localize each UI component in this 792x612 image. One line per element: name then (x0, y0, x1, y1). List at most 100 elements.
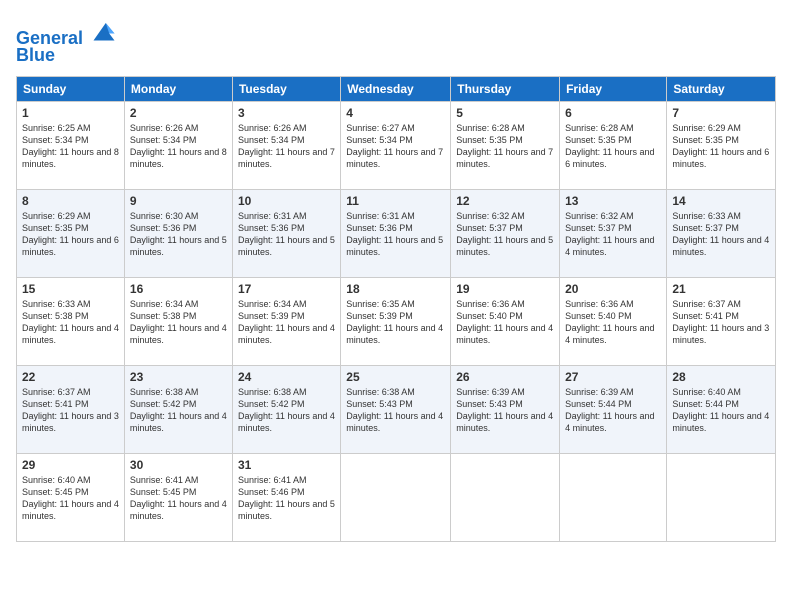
calendar-cell: 19 Sunrise: 6:36 AMSunset: 5:40 PMDaylig… (451, 277, 560, 365)
calendar-cell: 24 Sunrise: 6:38 AMSunset: 5:42 PMDaylig… (232, 365, 340, 453)
day-number: 21 (672, 282, 770, 296)
calendar-header-cell: Tuesday (232, 76, 340, 101)
calendar-cell: 23 Sunrise: 6:38 AMSunset: 5:42 PMDaylig… (124, 365, 232, 453)
cell-details: Sunrise: 6:30 AMSunset: 5:36 PMDaylight:… (130, 211, 227, 257)
cell-details: Sunrise: 6:35 AMSunset: 5:39 PMDaylight:… (346, 299, 443, 345)
day-number: 3 (238, 106, 335, 120)
day-number: 25 (346, 370, 445, 384)
day-number: 29 (22, 458, 119, 472)
cell-details: Sunrise: 6:28 AMSunset: 5:35 PMDaylight:… (456, 123, 553, 169)
cell-details: Sunrise: 6:40 AMSunset: 5:44 PMDaylight:… (672, 387, 769, 433)
calendar-cell (451, 453, 560, 541)
day-number: 31 (238, 458, 335, 472)
cell-details: Sunrise: 6:38 AMSunset: 5:42 PMDaylight:… (130, 387, 227, 433)
calendar-week-row: 1 Sunrise: 6:25 AMSunset: 5:34 PMDayligh… (17, 101, 776, 189)
logo: General Blue (16, 16, 118, 66)
cell-details: Sunrise: 6:39 AMSunset: 5:43 PMDaylight:… (456, 387, 553, 433)
calendar-cell: 31 Sunrise: 6:41 AMSunset: 5:46 PMDaylig… (232, 453, 340, 541)
logo-icon (90, 16, 118, 44)
calendar-cell: 12 Sunrise: 6:32 AMSunset: 5:37 PMDaylig… (451, 189, 560, 277)
day-number: 28 (672, 370, 770, 384)
cell-details: Sunrise: 6:40 AMSunset: 5:45 PMDaylight:… (22, 475, 119, 521)
cell-details: Sunrise: 6:25 AMSunset: 5:34 PMDaylight:… (22, 123, 119, 169)
day-number: 17 (238, 282, 335, 296)
day-number: 6 (565, 106, 661, 120)
calendar-week-row: 15 Sunrise: 6:33 AMSunset: 5:38 PMDaylig… (17, 277, 776, 365)
calendar-header-row: SundayMondayTuesdayWednesdayThursdayFrid… (17, 76, 776, 101)
calendar-header-cell: Wednesday (341, 76, 451, 101)
calendar-cell: 7 Sunrise: 6:29 AMSunset: 5:35 PMDayligh… (667, 101, 776, 189)
calendar-cell (560, 453, 667, 541)
calendar-cell: 3 Sunrise: 6:26 AMSunset: 5:34 PMDayligh… (232, 101, 340, 189)
cell-details: Sunrise: 6:33 AMSunset: 5:37 PMDaylight:… (672, 211, 769, 257)
day-number: 9 (130, 194, 227, 208)
cell-details: Sunrise: 6:36 AMSunset: 5:40 PMDaylight:… (456, 299, 553, 345)
calendar-cell: 26 Sunrise: 6:39 AMSunset: 5:43 PMDaylig… (451, 365, 560, 453)
calendar-cell: 22 Sunrise: 6:37 AMSunset: 5:41 PMDaylig… (17, 365, 125, 453)
cell-details: Sunrise: 6:34 AMSunset: 5:38 PMDaylight:… (130, 299, 227, 345)
day-number: 7 (672, 106, 770, 120)
calendar-cell: 28 Sunrise: 6:40 AMSunset: 5:44 PMDaylig… (667, 365, 776, 453)
calendar-cell: 4 Sunrise: 6:27 AMSunset: 5:34 PMDayligh… (341, 101, 451, 189)
day-number: 30 (130, 458, 227, 472)
calendar-week-row: 29 Sunrise: 6:40 AMSunset: 5:45 PMDaylig… (17, 453, 776, 541)
day-number: 5 (456, 106, 554, 120)
calendar-cell: 8 Sunrise: 6:29 AMSunset: 5:35 PMDayligh… (17, 189, 125, 277)
cell-details: Sunrise: 6:29 AMSunset: 5:35 PMDaylight:… (672, 123, 769, 169)
cell-details: Sunrise: 6:38 AMSunset: 5:42 PMDaylight:… (238, 387, 335, 433)
calendar-cell: 29 Sunrise: 6:40 AMSunset: 5:45 PMDaylig… (17, 453, 125, 541)
day-number: 12 (456, 194, 554, 208)
cell-details: Sunrise: 6:41 AMSunset: 5:46 PMDaylight:… (238, 475, 335, 521)
day-number: 15 (22, 282, 119, 296)
calendar-header-cell: Sunday (17, 76, 125, 101)
cell-details: Sunrise: 6:32 AMSunset: 5:37 PMDaylight:… (456, 211, 553, 257)
cell-details: Sunrise: 6:31 AMSunset: 5:36 PMDaylight:… (346, 211, 443, 257)
day-number: 22 (22, 370, 119, 384)
day-number: 11 (346, 194, 445, 208)
header: General Blue (16, 16, 776, 66)
cell-details: Sunrise: 6:26 AMSunset: 5:34 PMDaylight:… (238, 123, 335, 169)
day-number: 14 (672, 194, 770, 208)
calendar-cell: 2 Sunrise: 6:26 AMSunset: 5:34 PMDayligh… (124, 101, 232, 189)
cell-details: Sunrise: 6:29 AMSunset: 5:35 PMDaylight:… (22, 211, 119, 257)
cell-details: Sunrise: 6:37 AMSunset: 5:41 PMDaylight:… (672, 299, 769, 345)
cell-details: Sunrise: 6:37 AMSunset: 5:41 PMDaylight:… (22, 387, 119, 433)
calendar-cell: 25 Sunrise: 6:38 AMSunset: 5:43 PMDaylig… (341, 365, 451, 453)
calendar-cell: 13 Sunrise: 6:32 AMSunset: 5:37 PMDaylig… (560, 189, 667, 277)
calendar-header-cell: Saturday (667, 76, 776, 101)
calendar-cell: 16 Sunrise: 6:34 AMSunset: 5:38 PMDaylig… (124, 277, 232, 365)
calendar-header-cell: Friday (560, 76, 667, 101)
day-number: 24 (238, 370, 335, 384)
calendar-cell: 18 Sunrise: 6:35 AMSunset: 5:39 PMDaylig… (341, 277, 451, 365)
cell-details: Sunrise: 6:32 AMSunset: 5:37 PMDaylight:… (565, 211, 654, 257)
calendar-header-cell: Monday (124, 76, 232, 101)
cell-details: Sunrise: 6:39 AMSunset: 5:44 PMDaylight:… (565, 387, 654, 433)
calendar-cell: 1 Sunrise: 6:25 AMSunset: 5:34 PMDayligh… (17, 101, 125, 189)
calendar-cell: 11 Sunrise: 6:31 AMSunset: 5:36 PMDaylig… (341, 189, 451, 277)
cell-details: Sunrise: 6:33 AMSunset: 5:38 PMDaylight:… (22, 299, 119, 345)
day-number: 19 (456, 282, 554, 296)
cell-details: Sunrise: 6:36 AMSunset: 5:40 PMDaylight:… (565, 299, 654, 345)
calendar-cell: 5 Sunrise: 6:28 AMSunset: 5:35 PMDayligh… (451, 101, 560, 189)
calendar-cell: 30 Sunrise: 6:41 AMSunset: 5:45 PMDaylig… (124, 453, 232, 541)
day-number: 4 (346, 106, 445, 120)
calendar-cell: 10 Sunrise: 6:31 AMSunset: 5:36 PMDaylig… (232, 189, 340, 277)
calendar-cell: 27 Sunrise: 6:39 AMSunset: 5:44 PMDaylig… (560, 365, 667, 453)
day-number: 1 (22, 106, 119, 120)
cell-details: Sunrise: 6:31 AMSunset: 5:36 PMDaylight:… (238, 211, 335, 257)
day-number: 23 (130, 370, 227, 384)
calendar-cell: 9 Sunrise: 6:30 AMSunset: 5:36 PMDayligh… (124, 189, 232, 277)
day-number: 2 (130, 106, 227, 120)
calendar-cell: 21 Sunrise: 6:37 AMSunset: 5:41 PMDaylig… (667, 277, 776, 365)
logo-text: General (16, 16, 118, 49)
calendar-cell: 15 Sunrise: 6:33 AMSunset: 5:38 PMDaylig… (17, 277, 125, 365)
calendar-cell: 17 Sunrise: 6:34 AMSunset: 5:39 PMDaylig… (232, 277, 340, 365)
calendar-week-row: 8 Sunrise: 6:29 AMSunset: 5:35 PMDayligh… (17, 189, 776, 277)
calendar-header-cell: Thursday (451, 76, 560, 101)
day-number: 26 (456, 370, 554, 384)
calendar-cell: 20 Sunrise: 6:36 AMSunset: 5:40 PMDaylig… (560, 277, 667, 365)
calendar-cell (341, 453, 451, 541)
day-number: 18 (346, 282, 445, 296)
calendar-week-row: 22 Sunrise: 6:37 AMSunset: 5:41 PMDaylig… (17, 365, 776, 453)
page: General Blue SundayMondayTuesdayWednesda… (0, 0, 792, 612)
